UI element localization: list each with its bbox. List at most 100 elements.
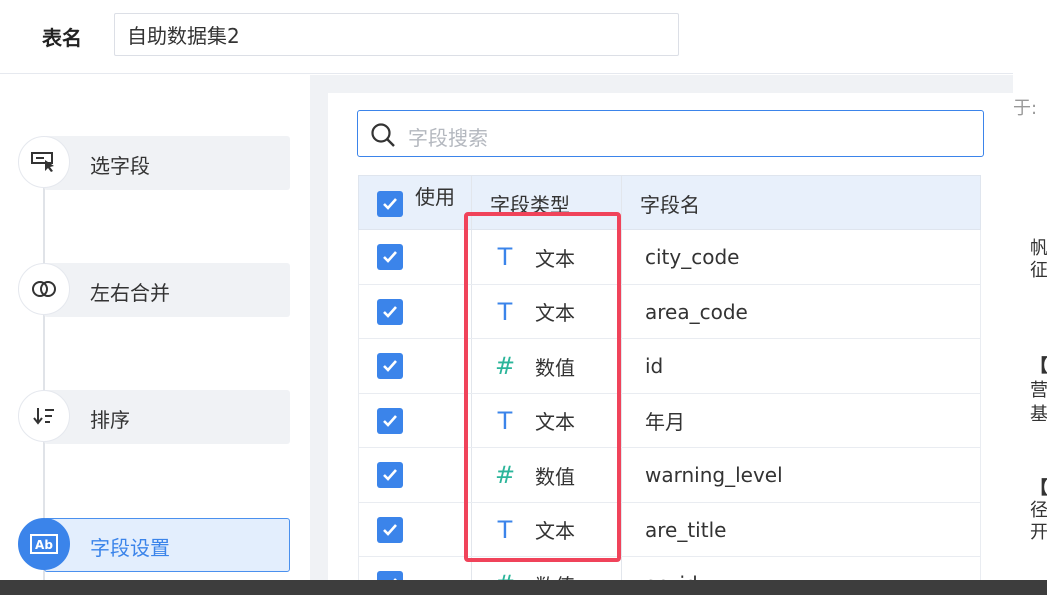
table-name-input[interactable]	[114, 13, 679, 56]
step-field-settings[interactable]: Ab 字段设置	[18, 518, 290, 572]
sort-icon	[18, 390, 70, 442]
text-type-icon: T	[497, 515, 513, 544]
field-name[interactable]: id	[645, 339, 663, 393]
table-name-label: 表名	[42, 26, 82, 50]
side-text: 径	[1030, 500, 1047, 521]
text-type-icon: T	[497, 243, 513, 271]
column-divider	[471, 176, 472, 229]
use-checkbox[interactable]	[377, 394, 403, 448]
field-type-label: 数值	[535, 355, 575, 380]
svg-text:Ab: Ab	[35, 538, 53, 552]
number-type-icon: #	[494, 461, 516, 489]
search-placeholder: 字段搜索	[408, 126, 488, 150]
use-checkbox[interactable]	[377, 557, 403, 580]
check-icon	[377, 462, 403, 488]
step-label: 排序	[90, 408, 130, 432]
field-name[interactable]: area_code	[645, 285, 748, 339]
step-list: 选字段 左右合并 排序 Ab 字段设置	[0, 75, 310, 580]
merge-icon	[18, 263, 70, 315]
text-type-icon: T	[497, 297, 513, 326]
dataset-dialog: 表名 选字段 左右合并	[0, 0, 1013, 580]
field-name[interactable]: 年月	[645, 394, 685, 448]
number-type-icon: #	[494, 352, 516, 380]
select-all-checkbox[interactable]	[377, 176, 403, 231]
field-type-cell[interactable]: T 文本	[485, 503, 575, 557]
table-row: T文本年月⁞⁞	[358, 393, 981, 448]
modal-overlay-strip	[0, 580, 1047, 595]
field-type-cell[interactable]: # 数值	[485, 448, 575, 502]
table-row: T文本are_title⁞⁞	[358, 502, 981, 557]
step-sort[interactable]: 排序	[18, 390, 290, 444]
check-icon	[377, 244, 403, 270]
field-type-label: 文本	[535, 246, 575, 271]
step-select-fields[interactable]: 选字段	[18, 136, 290, 190]
column-divider	[471, 393, 472, 447]
column-divider	[471, 284, 472, 338]
field-name[interactable]: are_title	[645, 503, 726, 557]
column-divider	[621, 393, 622, 447]
field-search-input[interactable]: 字段搜索	[357, 110, 984, 157]
field-type-cell[interactable]: # 数值	[485, 557, 575, 580]
column-divider	[471, 448, 472, 502]
table-row: #数值ao_id⁞⁞	[358, 557, 981, 580]
side-text: 营	[1030, 380, 1047, 401]
number-type-icon: #	[485, 570, 525, 580]
field-card: 字段搜索 使用 字段类型 字段名 T文本city_code⁞⁞T文本area_c…	[328, 93, 1013, 580]
column-divider	[621, 176, 622, 229]
step-box	[44, 136, 290, 190]
field-type-cell[interactable]: # 数值	[485, 339, 575, 393]
header-use: 使用	[415, 185, 455, 209]
field-type-label: 文本	[535, 410, 575, 434]
step-box	[44, 390, 290, 444]
screen: 表名 选字段 左右合并	[0, 0, 1047, 595]
header-field-type: 字段类型	[490, 193, 570, 217]
text-type-icon: T	[497, 406, 513, 435]
field-type-label: 数值	[535, 570, 575, 581]
side-text: 征	[1030, 260, 1047, 281]
table-row: T文本city_code⁞⁞	[358, 230, 981, 285]
use-checkbox[interactable]	[377, 503, 403, 557]
check-icon	[377, 571, 403, 580]
field-type-label: 文本	[535, 519, 575, 543]
use-checkbox[interactable]	[377, 339, 403, 393]
check-icon	[377, 190, 403, 217]
dialog-header: 表名	[0, 0, 1013, 74]
field-type-cell[interactable]: T 文本	[485, 285, 575, 339]
field-name[interactable]: warning_level	[645, 448, 783, 502]
step-label: 字段设置	[90, 536, 170, 560]
column-divider	[621, 339, 622, 393]
column-divider	[621, 557, 622, 580]
use-checkbox[interactable]	[377, 448, 403, 502]
step-label: 左右合并	[90, 281, 170, 305]
side-text: 【	[1030, 356, 1047, 377]
field-type-cell[interactable]: T 文本	[485, 230, 575, 284]
side-text: 基	[1030, 404, 1047, 425]
search-icon	[371, 123, 395, 147]
side-text: 于:	[1013, 98, 1038, 119]
use-checkbox[interactable]	[377, 285, 403, 339]
column-divider	[471, 230, 472, 284]
table-row: #数值warning_level⁞⁞	[358, 448, 981, 503]
use-checkbox[interactable]	[377, 230, 403, 284]
field-name[interactable]: city_code	[645, 230, 739, 284]
column-divider	[621, 230, 622, 284]
side-text: 开	[1030, 522, 1047, 543]
field-settings-panel: 字段搜索 使用 字段类型 字段名 T文本city_code⁞⁞T文本area_c…	[310, 75, 1013, 580]
check-icon	[377, 298, 403, 325]
table-row: T文本area_code⁞⁞	[358, 284, 981, 339]
header-field-name: 字段名	[640, 193, 700, 217]
column-divider	[621, 448, 622, 502]
column-divider	[471, 557, 472, 580]
column-divider	[621, 284, 622, 338]
check-icon	[377, 407, 403, 434]
table-row: #数值id⁞⁞	[358, 339, 981, 394]
check-icon	[377, 353, 403, 379]
column-divider	[471, 502, 472, 556]
step-merge[interactable]: 左右合并	[18, 263, 290, 317]
table-body: T文本city_code⁞⁞T文本area_code⁞⁞#数值id⁞⁞T文本年月…	[358, 230, 981, 580]
field-name[interactable]: ao_id	[645, 557, 698, 580]
field-table: 使用 字段类型 字段名 T文本city_code⁞⁞T文本area_code⁞⁞…	[358, 175, 981, 580]
field-type-cell[interactable]: T 文本	[485, 394, 575, 448]
column-divider	[471, 339, 472, 393]
field-type-label: 文本	[535, 301, 575, 325]
